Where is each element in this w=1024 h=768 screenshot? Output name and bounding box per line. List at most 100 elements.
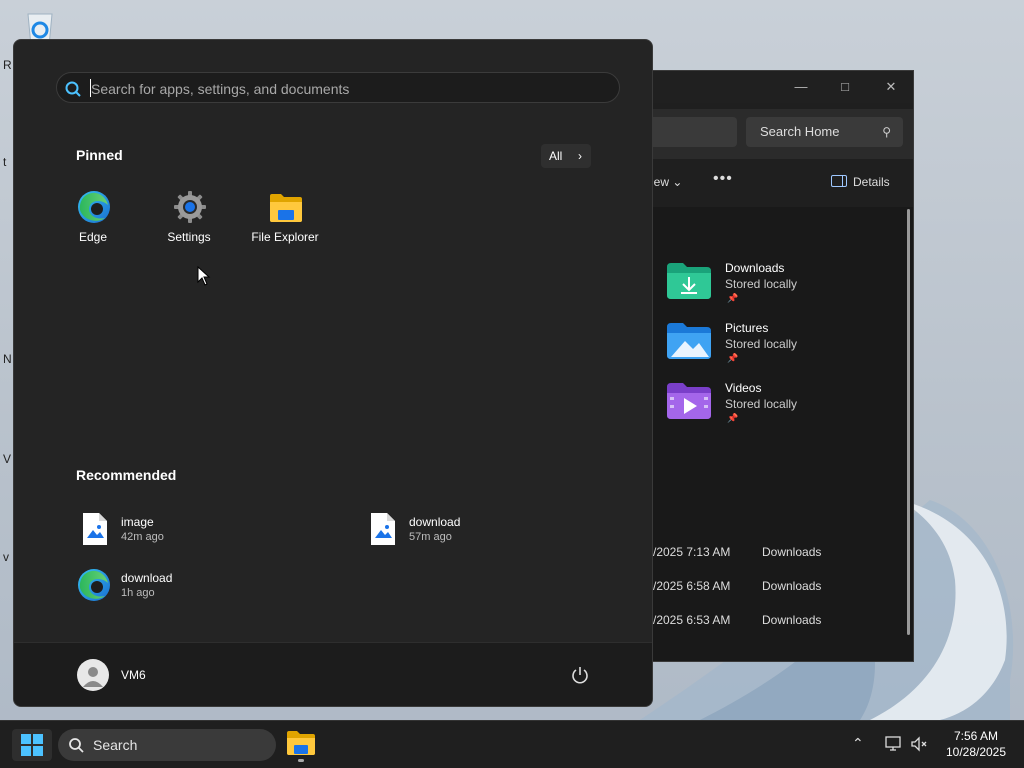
search-icon: ⚲ [882, 125, 891, 139]
folder-status: Stored locally [725, 397, 798, 411]
quick-access-videos[interactable]: Videos Stored locally 📌 [667, 381, 887, 433]
file-location: Downloads [762, 545, 822, 559]
taskbar: Search ⌃ 7:56 AM 10/28/2025 [0, 720, 1024, 768]
recent-file-row[interactable]: /2025 6:53 AM Downloads [641, 613, 901, 633]
search-icon [69, 738, 84, 753]
clock-time: 7:56 AM [953, 729, 999, 743]
file-location: Downloads [762, 579, 822, 593]
pinned-app-file-explorer[interactable]: File Explorer [240, 190, 330, 250]
quick-access-pictures[interactable]: Pictures Stored locally 📌 [667, 321, 887, 373]
minimize-button[interactable]: — [789, 77, 813, 97]
desktop-icon-label-fragment: v [3, 550, 9, 564]
settings-gear-icon [174, 191, 206, 223]
taskbar-search-label: Search [93, 737, 138, 753]
clock-date: 10/28/2025 [945, 745, 1007, 759]
pinned-app-label: Settings [167, 230, 211, 244]
text-caret [90, 79, 91, 97]
pictures-folder-icon [667, 323, 711, 359]
power-icon[interactable] [570, 665, 590, 685]
maximize-button[interactable]: □ [833, 77, 857, 97]
network-icon[interactable] [884, 736, 902, 752]
taskbar-file-explorer[interactable] [284, 727, 318, 763]
search-icon [65, 81, 81, 97]
edge-icon [78, 569, 110, 601]
all-apps-label: All [549, 149, 563, 163]
file-date: /2025 6:53 AM [653, 613, 731, 627]
file-location: Downloads [762, 613, 822, 627]
recent-file-row[interactable]: /2025 7:13 AM Downloads [641, 545, 901, 565]
chevron-down-icon: ⌄ [672, 175, 683, 189]
view-menu-button[interactable]: iew ⌄ [651, 175, 682, 189]
pinned-app-settings[interactable]: Settings [144, 190, 234, 250]
folder-status: Stored locally [725, 337, 798, 351]
user-avatar[interactable] [77, 659, 109, 691]
system-clock[interactable]: 7:56 AM 10/28/2025 [936, 728, 1016, 760]
file-explorer-icon [270, 194, 302, 222]
recommended-time: 42m ago [121, 531, 164, 543]
more-options-button[interactable]: ••• [713, 170, 733, 188]
scrollbar[interactable] [907, 209, 910, 635]
details-pane-button[interactable]: Details [831, 175, 890, 189]
show-hidden-icons-button[interactable]: ⌃ [852, 735, 864, 752]
recommended-time: 1h ago [121, 587, 155, 599]
chevron-right-icon: › [578, 149, 582, 163]
address-bar[interactable] [641, 117, 737, 147]
explorer-titlebar[interactable]: — □ ✕ [641, 71, 913, 103]
taskbar-search-box[interactable]: Search [58, 729, 276, 761]
image-file-icon [371, 513, 395, 545]
all-apps-button[interactable]: All › [541, 144, 591, 168]
user-name[interactable]: VM6 [121, 668, 146, 682]
start-search-box[interactable] [56, 72, 620, 103]
recommended-time: 57m ago [409, 531, 452, 543]
file-explorer-icon [287, 731, 315, 755]
pin-icon: 📌 [727, 293, 739, 303]
pinned-heading: Pinned [76, 147, 123, 163]
recommended-item[interactable]: download 57m ago [365, 512, 585, 552]
close-button[interactable]: ✕ [879, 77, 903, 97]
explorer-content: Downloads Stored locally 📌 Pictures Stor… [641, 207, 913, 661]
recommended-item[interactable]: image 42m ago [77, 512, 297, 552]
recommended-name: image [121, 515, 154, 529]
user-icon [83, 667, 103, 687]
windows-logo-icon [21, 734, 43, 756]
explorer-search-box[interactable]: Search Home ⚲ [746, 117, 903, 147]
desktop-icon-label-fragment: V [3, 452, 12, 466]
folder-name: Pictures [725, 321, 769, 335]
desktop-icon-label-fragment: R [3, 58, 12, 72]
recommended-name: download [121, 571, 173, 585]
desktop-icon-label-fragment: N [3, 352, 12, 366]
pin-icon: 📌 [727, 353, 739, 363]
image-file-icon [83, 513, 107, 545]
quick-access-downloads[interactable]: Downloads Stored locally 📌 [667, 261, 887, 313]
running-indicator [298, 759, 304, 762]
videos-folder-icon [667, 383, 711, 419]
start-search-input[interactable] [89, 77, 603, 101]
folder-name: Downloads [725, 261, 785, 275]
explorer-toolbar: iew ⌄ ••• Details [641, 167, 913, 201]
file-explorer-window[interactable]: — □ ✕ Search Home ⚲ iew ⌄ ••• Details Do… [640, 70, 914, 662]
recent-file-row[interactable]: /2025 6:58 AM Downloads [641, 579, 901, 599]
view-label: iew [651, 175, 670, 189]
recommended-name: download [409, 515, 461, 529]
recommended-heading: Recommended [76, 467, 177, 483]
downloads-folder-icon [667, 263, 711, 299]
volume-muted-icon[interactable] [910, 736, 928, 752]
pinned-app-label: Edge [78, 230, 108, 244]
details-label: Details [853, 175, 890, 189]
recommended-item[interactable]: download 1h ago [77, 568, 297, 608]
file-date: /2025 6:58 AM [653, 579, 731, 593]
pinned-app-edge[interactable]: Edge [48, 190, 138, 250]
desktop-icon-label-fragment: t [3, 155, 7, 169]
start-button[interactable] [12, 729, 52, 761]
pin-icon: 📌 [727, 413, 739, 423]
folder-name: Videos [725, 381, 762, 395]
file-date: /2025 7:13 AM [653, 545, 731, 559]
start-menu: Pinned All › Edge Settin [13, 39, 653, 707]
details-pane-icon [831, 175, 847, 187]
explorer-address-row: Search Home ⚲ [641, 109, 913, 159]
edge-icon [78, 191, 110, 223]
pinned-app-label: File Explorer [251, 230, 319, 244]
mouse-cursor-icon [197, 266, 211, 286]
folder-status: Stored locally [725, 277, 798, 291]
start-footer: VM6 [14, 642, 652, 706]
